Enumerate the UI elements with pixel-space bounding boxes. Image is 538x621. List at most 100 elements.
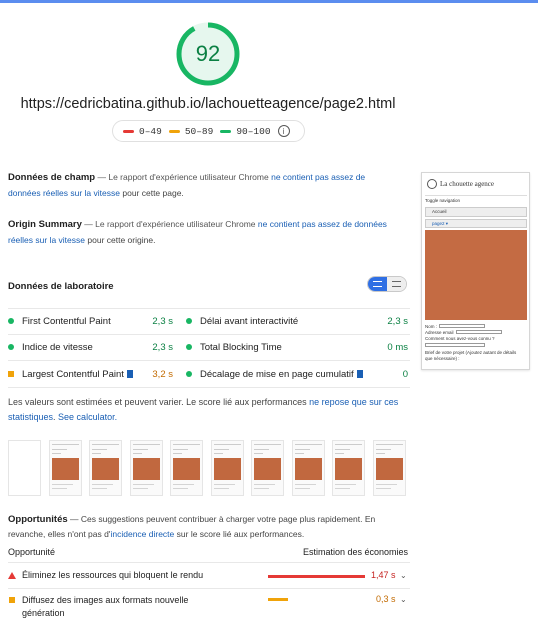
list-compact-icon	[373, 281, 382, 287]
metrics-view-toggle[interactable]	[367, 276, 407, 292]
metric-name: Largest Contentful Paint	[22, 369, 152, 380]
metric-value: 0 ms	[387, 341, 408, 353]
preview-divider	[425, 195, 527, 196]
field-data-section: Données de champ — Le rapport d'expérien…	[8, 170, 393, 200]
lab-note-text: Les valeurs sont estimées et peuvent var…	[8, 397, 307, 407]
origin-summary-title: Origin Summary	[8, 219, 82, 230]
metric-value: 0	[402, 368, 408, 380]
opportunity-row[interactable]: Diffusez des images aux formats nouvelle…	[8, 594, 408, 620]
pass-icon	[186, 344, 192, 350]
preview-form-email: Adresse email	[425, 330, 454, 335]
preview-form-question: Comment nous avez-vous connu ?	[425, 336, 495, 341]
col-savings: Estimation des économies	[302, 547, 408, 557]
filmstrip-frame	[89, 440, 122, 496]
metric-value: 2,3 s	[152, 315, 173, 327]
legend-item-pass: 90–100	[220, 125, 271, 137]
metric-tti: Délai avant interactivité 2,3 s	[186, 308, 408, 334]
metric-name: Décalage de mise en page cumulatif	[200, 369, 403, 380]
filmstrip-frame	[8, 440, 41, 496]
top-accent-bar	[0, 0, 538, 3]
page-url: https://cedricbatina.github.io/lachouett…	[20, 96, 396, 112]
opportunities-desc-link[interactable]: incidence directe	[110, 529, 174, 539]
metric-name-text: Largest Contentful Paint	[22, 368, 124, 380]
origin-summary-tail: pour cette origine.	[87, 234, 156, 245]
legend-label: 0–49	[139, 125, 162, 137]
preview-nav-page2: page2 ▾	[432, 221, 449, 226]
page-preview-screenshot: La chouette agence Toggle navigation Acc…	[421, 172, 530, 370]
average-icon	[8, 371, 14, 377]
opportunities-desc-tail: sur le score lié aux performances.	[176, 529, 305, 539]
preview-site-title: La chouette agence	[440, 180, 495, 188]
metric-tbt: Total Blocking Time 0 ms	[186, 334, 408, 360]
filmstrip-frame	[332, 440, 365, 496]
divider	[8, 588, 410, 589]
legend-swatch	[168, 129, 180, 133]
opportunity-row[interactable]: Éliminez les ressources qui bloquent le …	[8, 570, 408, 584]
savings-bar	[268, 575, 365, 578]
lab-note: Les valeurs sont estimées et peuvent var…	[8, 397, 399, 422]
divider	[8, 387, 410, 388]
preview-form-brief: Brief de votre projet (Ajoutez autant de…	[425, 350, 517, 361]
metric-lcp: Largest Contentful Paint 3,2 s	[8, 361, 173, 387]
chevron-down-icon[interactable]: ⌄	[400, 571, 407, 580]
metric-value: 2,3 s	[387, 315, 408, 327]
bookmark-icon	[356, 369, 363, 378]
filmstrip-frame	[372, 440, 406, 496]
opportunities-intro: Opportunités — Ces suggestions peuvent c…	[8, 512, 408, 542]
divider	[8, 562, 410, 563]
field-data-title: Données de champ	[8, 172, 96, 183]
preview-toggle-nav: Toggle navigation	[425, 198, 461, 203]
pass-icon	[186, 371, 192, 377]
opportunity-label: Éliminez les ressources qui bloquent le …	[22, 570, 204, 580]
origin-summary-section: Origin Summary — Le rapport d'expérience…	[8, 217, 393, 247]
origin-summary-dash: — Le rapport d'expérience utilisateur Ch…	[84, 219, 256, 229]
filmstrip	[8, 440, 408, 498]
legend-label: 90–100	[236, 125, 271, 137]
score-legend: 0–49 50–89 90–100 i	[112, 120, 305, 142]
view-compact-button[interactable]	[368, 277, 387, 291]
preview-hero-image	[425, 230, 527, 320]
filmstrip-frame	[170, 440, 203, 496]
metric-name: Total Blocking Time	[200, 341, 282, 353]
fail-icon	[8, 572, 16, 579]
col-opportunity: Opportunité	[8, 547, 56, 557]
legend-swatch	[123, 129, 134, 133]
filmstrip-frame	[291, 440, 325, 496]
pass-icon	[8, 344, 14, 350]
view-expanded-button[interactable]	[387, 277, 406, 291]
metric-fcp: First Contentful Paint 2,3 s	[8, 308, 173, 334]
list-expanded-icon	[392, 281, 401, 287]
calculator-link[interactable]: See calculator.	[58, 412, 117, 422]
legend-item-fail: 0–49	[123, 126, 162, 137]
preview-nav-home: Accueil	[432, 209, 447, 214]
lab-data-title: Données de laboratoire	[8, 281, 114, 292]
preview-form-name: Nom :	[425, 324, 438, 329]
performance-score: 92	[195, 41, 221, 66]
owl-logo-icon	[427, 179, 437, 189]
savings-value: 1,47 s	[371, 570, 396, 580]
preview-input	[439, 324, 485, 328]
legend-item-average: 50–89	[168, 125, 214, 137]
metric-value: 3,2 s	[152, 368, 173, 380]
field-data-dash: — Le rapport d'expérience utilisateur Ch…	[97, 172, 269, 182]
preview-input	[425, 343, 485, 347]
savings-bar	[268, 598, 288, 601]
chevron-down-icon[interactable]: ⌄	[400, 595, 407, 604]
metric-name: Indice de vitesse	[22, 341, 93, 353]
average-icon	[9, 597, 15, 603]
bookmark-icon	[126, 369, 133, 378]
opportunity-label: Diffusez des images aux formats nouvelle…	[22, 595, 189, 618]
preview-input	[456, 330, 502, 334]
filmstrip-frame	[210, 440, 244, 496]
pass-icon	[186, 318, 192, 324]
metric-value: 2,3 s	[152, 341, 173, 353]
legend-label: 50–89	[184, 125, 214, 137]
pass-icon	[8, 318, 14, 324]
info-icon[interactable]: i	[277, 125, 290, 137]
metric-name: First Contentful Paint	[22, 315, 111, 327]
metric-cls: Décalage de mise en page cumulatif 0	[186, 361, 408, 387]
metric-name: Délai avant interactivité	[200, 315, 299, 327]
field-data-tail: pour cette page.	[122, 187, 184, 198]
opportunities-header: Opportunité Estimation des économies	[8, 547, 408, 557]
savings-value: 0,3 s	[376, 594, 396, 604]
